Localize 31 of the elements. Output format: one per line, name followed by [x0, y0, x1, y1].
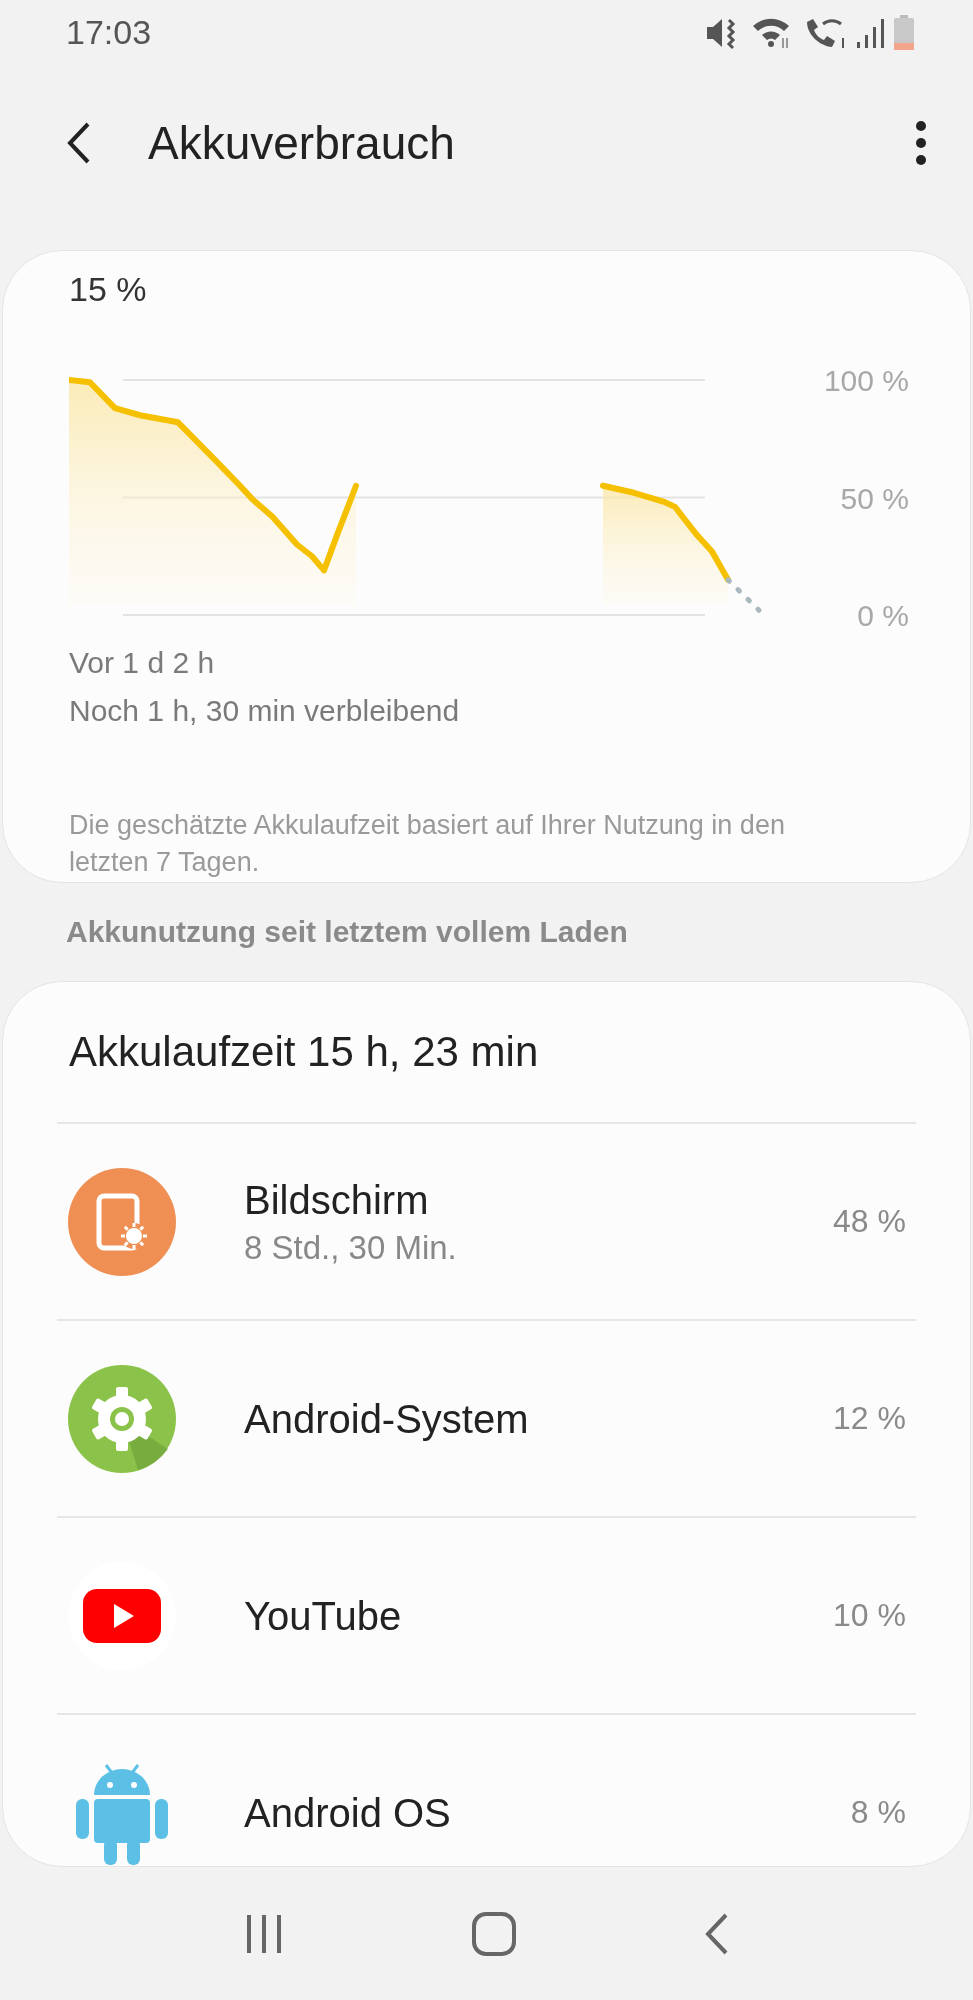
usage-title: Akkulaufzeit 15 h, 23 min — [57, 982, 916, 1124]
remaining-time: Noch 1 h, 30 min verbleibend — [69, 693, 461, 729]
app-name: Android-System — [244, 1395, 530, 1443]
more-icon — [915, 120, 927, 165]
screen-brightness-icon — [68, 1167, 176, 1276]
app-name: Android OS — [244, 1789, 452, 1837]
section-title: Akkunutzung seit letztem vollem Laden — [65, 914, 629, 950]
app-usage-row[interactable]: Android OS 8 % — [57, 1715, 916, 1866]
home-icon — [470, 1910, 517, 1957]
app-usage-row[interactable]: YouTube 10 % — [57, 1518, 916, 1715]
gear-icon — [68, 1364, 176, 1473]
axis-label: 100 % — [823, 364, 909, 397]
battery-icon — [893, 14, 915, 51]
app-name: Bildschirm — [244, 1176, 430, 1224]
app-usage-row[interactable]: Android-System 12 % — [57, 1321, 916, 1518]
usage-percent: 48 % — [833, 1203, 906, 1240]
usage-duration: 8 Std., 30 Min. — [244, 1227, 458, 1268]
time-ago-label: Vor 1 d 2 h — [69, 645, 216, 681]
usage-percent: 12 % — [833, 1400, 906, 1437]
back-icon — [66, 120, 92, 165]
estimate-note: Die geschätzte Akkulaufzeit basiert auf Ihrer Nutzung in den letzten 7 Tagen. — [69, 809, 786, 879]
axis-label: 50 % — [840, 481, 909, 515]
battery-level: 15 % — [69, 269, 148, 310]
usage-percent: 8 % — [850, 1794, 906, 1831]
app-usage-row[interactable]: Bildschirm 8 Std., 30 Min. 48 % — [57, 1124, 916, 1321]
axis-label: 0 % — [857, 599, 909, 632]
page-title: Akkuverbrauch — [148, 115, 456, 170]
back-icon — [703, 1911, 730, 1956]
usage-percent: 10 % — [833, 1597, 906, 1634]
status-time: 17:03 — [66, 13, 152, 52]
app-name: YouTube — [244, 1592, 403, 1640]
